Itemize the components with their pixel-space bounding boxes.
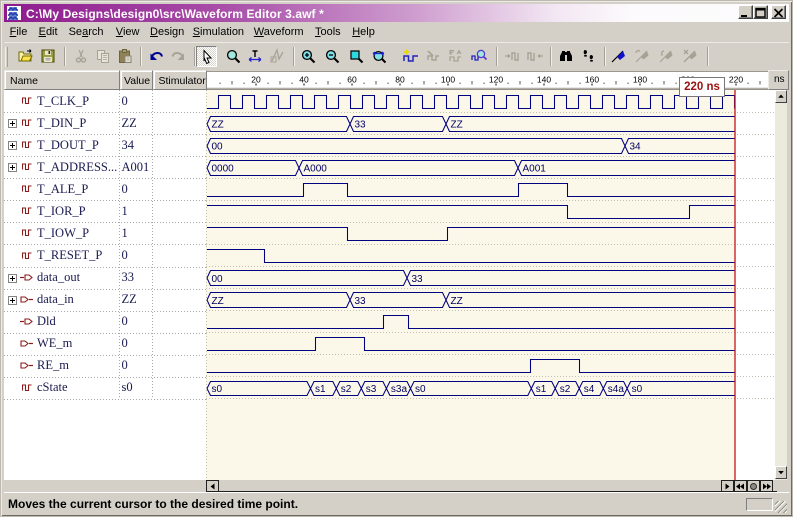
svg-text:33: 33 [355, 119, 367, 130]
svg-text:60: 60 [347, 75, 357, 85]
svg-text:120: 120 [489, 75, 503, 85]
svg-text:00: 00 [212, 274, 224, 285]
svg-text:160: 160 [585, 75, 599, 85]
svg-text:A001: A001 [523, 163, 547, 174]
svg-text:s0: s0 [415, 384, 426, 395]
svg-text:34: 34 [630, 141, 642, 152]
svg-text:180: 180 [633, 75, 647, 85]
svg-text:ZZ: ZZ [212, 119, 224, 130]
svg-text:s1: s1 [536, 384, 547, 395]
svg-text:s0: s0 [632, 384, 643, 395]
svg-text:80: 80 [395, 75, 405, 85]
svg-text:140: 140 [537, 75, 551, 85]
svg-text:00: 00 [212, 141, 224, 152]
svg-text:220: 220 [729, 75, 743, 85]
svg-text:40: 40 [299, 75, 309, 85]
svg-text:33: 33 [355, 296, 367, 307]
svg-text:A000: A000 [304, 163, 328, 174]
svg-text:100: 100 [441, 75, 455, 85]
svg-text:33: 33 [412, 274, 424, 285]
svg-text:s2: s2 [341, 384, 352, 395]
svg-text:20: 20 [251, 75, 261, 85]
svg-text:s1: s1 [315, 384, 326, 395]
svg-text:0000: 0000 [212, 163, 235, 174]
svg-text:s0: s0 [212, 384, 223, 395]
svg-text:s2: s2 [560, 384, 571, 395]
svg-text:s3: s3 [366, 384, 377, 395]
svg-text:ZZ: ZZ [451, 119, 463, 130]
svg-text:s4a: s4a [608, 384, 625, 395]
svg-text:ZZ: ZZ [451, 296, 463, 307]
svg-text:s3a: s3a [391, 384, 408, 395]
svg-text:ZZ: ZZ [212, 296, 224, 307]
svg-text:s4: s4 [584, 384, 595, 395]
